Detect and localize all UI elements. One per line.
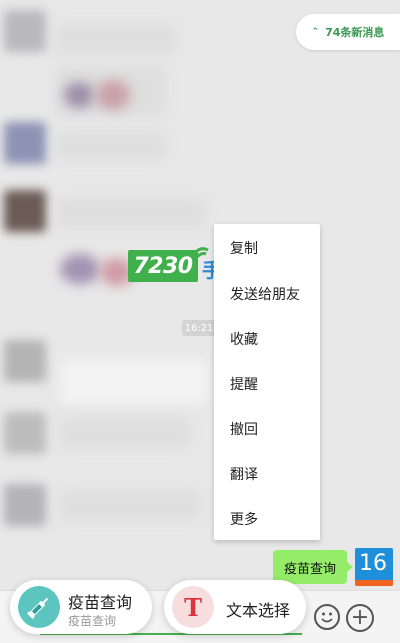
blurred-photo [64,82,94,108]
new-messages-pill[interactable]: ⌃ 74条新消息 [296,14,400,50]
vaccine-card-subtitle: 疫苗查询 [68,614,117,628]
blurred-bubble [60,418,190,448]
blurred-photo [96,80,130,110]
menu-item-more[interactable]: 更多 [230,509,258,529]
menu-item-remind[interactable]: 提醒 [230,374,258,394]
blurred-avatar [4,122,46,164]
chevron-up-double-icon: ⌃ [311,27,320,37]
blurred-avatar [4,190,46,232]
menu-item-translate[interactable]: 翻译 [230,464,258,484]
plus-icon[interactable]: + [346,604,374,632]
blurred-bubble [60,360,208,404]
my-avatar[interactable]: 16 [355,548,393,586]
menu-item-copy[interactable]: 复制 [230,238,258,258]
new-messages-label: 74条新消息 [325,26,385,39]
blurred-bubble [56,132,166,160]
vaccine-query-card[interactable]: 疫苗查询 疫苗查询 [10,580,152,634]
emoji-icon[interactable] [314,604,340,630]
vaccine-card-title: 疫苗查询 [68,593,133,612]
blurred-avatar [4,340,46,382]
avatar-strip [355,580,393,586]
menu-item-recall[interactable]: 撤回 [230,419,258,439]
avatar-label: 16 [359,551,387,576]
text-select-card[interactable]: T 文本选择 [164,580,306,634]
blurred-avatar [4,484,46,526]
context-menu: 复制 发送给朋友 收藏 提醒 撤回 翻译 更多 [214,224,320,540]
syringe-icon [18,586,60,628]
watermark-number: 7230 [128,250,198,282]
blurred-photo [60,254,100,284]
sent-message-bubble[interactable]: 疫苗查询 [273,550,353,584]
blurred-bubble [56,198,206,228]
menu-item-send-to-friend[interactable]: 发送给朋友 [230,284,300,304]
chat-area[interactable]: ⌃ 74条新消息 16:21 7230 手游网 复制 发送给朋友 收藏 提醒 撤… [0,0,400,590]
blurred-avatar [4,412,46,454]
text-select-title: 文本选择 [226,601,291,620]
blurred-avatar [4,10,46,52]
blurred-bubble [56,24,176,54]
text-t-icon: T [172,586,214,628]
blurred-bubble [60,490,200,520]
menu-item-favorite[interactable]: 收藏 [230,329,258,349]
timestamp: 16:21 [182,320,216,336]
